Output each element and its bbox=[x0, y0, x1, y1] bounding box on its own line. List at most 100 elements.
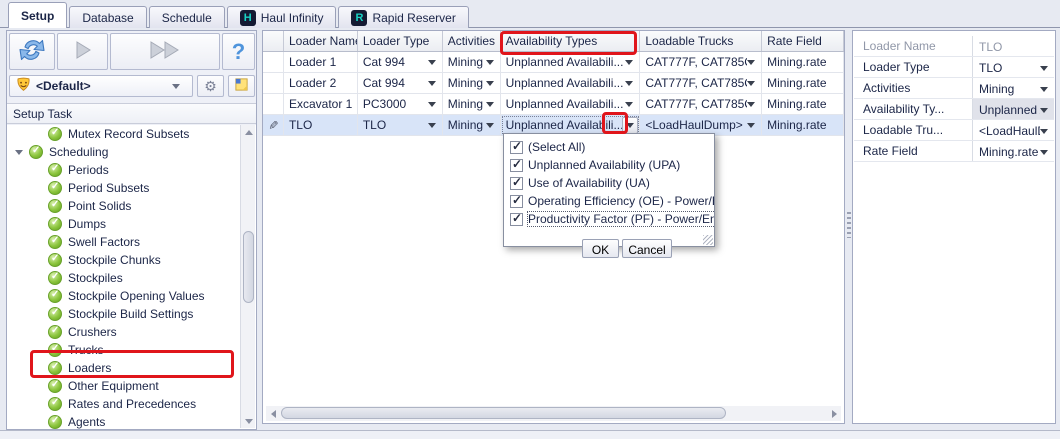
chevron-down-icon[interactable] bbox=[747, 101, 756, 107]
tree-item-stockpile-opening-values[interactable]: Stockpile Opening Values bbox=[7, 287, 256, 305]
cell-activities[interactable]: Mining bbox=[443, 73, 501, 93]
property-row-availability-ty[interactable]: Availability Ty... Unplanned A... bbox=[854, 99, 1054, 120]
scroll-down-arrow-icon[interactable] bbox=[241, 414, 256, 428]
tab-haul-infinity[interactable]: H Haul Infinity bbox=[226, 6, 337, 28]
grid-row-excavator-1[interactable]: Excavator 1 PC3000 Mining Unplanned Availab… bbox=[263, 94, 844, 115]
tree-item-other-equipment[interactable]: Other Equipment bbox=[7, 377, 256, 395]
chevron-down-icon[interactable] bbox=[1040, 129, 1048, 134]
cancel-button[interactable]: Cancel bbox=[622, 239, 672, 258]
settings-button[interactable]: ⚙ bbox=[197, 75, 224, 97]
property-value[interactable]: <LoadHaulD... bbox=[973, 120, 1054, 140]
chevron-down-icon[interactable] bbox=[485, 101, 494, 107]
property-row-loadable-tru[interactable]: Loadable Tru... <LoadHaulD... bbox=[854, 120, 1054, 141]
property-value[interactable]: TLO bbox=[973, 36, 1054, 56]
chevron-down-icon[interactable] bbox=[172, 83, 180, 89]
tab-rapid-reserver[interactable]: R Rapid Reserver bbox=[338, 6, 469, 28]
checkbox-checked-icon[interactable] bbox=[510, 139, 523, 154]
scrollbar-thumb[interactable] bbox=[281, 407, 726, 419]
chevron-down-icon[interactable] bbox=[427, 122, 436, 128]
column-header-loader-name[interactable]: Loader Name bbox=[284, 31, 358, 51]
checklist-item-productivity-factor-pf-power-eng[interactable]: Productivity Factor (PF) - Power/Eng bbox=[504, 210, 714, 228]
grid-row-loader-1[interactable]: Loader 1 Cat 994 Mining Unplanned Availabil… bbox=[263, 52, 844, 73]
panel-splitter[interactable] bbox=[847, 212, 851, 238]
tab-setup[interactable]: Setup bbox=[8, 2, 68, 28]
chevron-down-icon[interactable] bbox=[1040, 108, 1048, 113]
row-selector-cell[interactable] bbox=[263, 73, 284, 93]
chevron-down-icon[interactable] bbox=[625, 80, 634, 86]
tree-item-periods[interactable]: Periods bbox=[7, 161, 256, 179]
chevron-down-icon[interactable] bbox=[485, 80, 494, 86]
scroll-right-arrow-icon[interactable] bbox=[827, 406, 841, 421]
cell-loader-type[interactable]: PC3000 bbox=[358, 94, 443, 114]
checklist-item-select-all[interactable]: (Select All) bbox=[504, 138, 714, 156]
checklist-item-use-of-availability-ua[interactable]: Use of Availability (UA) bbox=[504, 174, 714, 192]
property-row-loader-name[interactable]: Loader Name TLO bbox=[854, 36, 1054, 57]
row-selector-cell[interactable] bbox=[263, 94, 284, 114]
grid-horizontal-scrollbar[interactable] bbox=[266, 406, 841, 421]
checkbox-checked-icon[interactable] bbox=[510, 157, 523, 172]
scrollbar-thumb[interactable] bbox=[243, 231, 254, 303]
profile-selector[interactable]: <Default> bbox=[9, 75, 193, 97]
property-value[interactable]: Mining.rate bbox=[973, 141, 1054, 161]
cell-rate-field[interactable]: Mining.rate bbox=[762, 52, 844, 72]
cell-loader-name[interactable]: Loader 2 bbox=[284, 73, 358, 93]
property-value[interactable]: Mining bbox=[973, 78, 1054, 98]
tree-item-crushers[interactable]: Crushers bbox=[7, 323, 256, 341]
chevron-down-icon[interactable] bbox=[1040, 66, 1048, 71]
cell-availability-types[interactable]: Unplanned Availabili... bbox=[501, 73, 641, 93]
tree-item-rates-and-precedences[interactable]: Rates and Precedences bbox=[7, 395, 256, 413]
chevron-down-icon[interactable] bbox=[747, 122, 756, 128]
column-header-loadable-trucks[interactable]: Loadable Trucks bbox=[640, 31, 763, 51]
chevron-down-icon[interactable] bbox=[625, 101, 634, 107]
chevron-down-icon[interactable] bbox=[427, 101, 436, 107]
property-row-loader-type[interactable]: Loader Type TLO bbox=[854, 57, 1054, 78]
chevron-down-icon[interactable] bbox=[427, 59, 436, 65]
chevron-down-icon[interactable] bbox=[1040, 87, 1048, 92]
cell-loader-name[interactable]: TLO bbox=[284, 115, 358, 135]
chevron-down-icon[interactable] bbox=[1040, 150, 1048, 155]
chevron-down-icon[interactable] bbox=[747, 80, 756, 86]
tree-item-scheduling[interactable]: Scheduling bbox=[7, 143, 256, 161]
grid-row-loader-2[interactable]: Loader 2 Cat 994 Mining Unplanned Availabil… bbox=[263, 73, 844, 94]
column-header-activities[interactable]: Activities bbox=[443, 31, 501, 51]
cell-availability-types[interactable]: Unplanned Availabili... bbox=[501, 52, 641, 72]
column-header-loader-type[interactable]: Loader Type bbox=[358, 31, 443, 51]
help-button[interactable]: ? bbox=[222, 33, 255, 70]
resize-grip[interactable] bbox=[703, 235, 713, 245]
cell-loadable-trucks[interactable]: <LoadHaulDump> bbox=[640, 115, 763, 135]
cell-activities[interactable]: Mining bbox=[443, 52, 501, 72]
tree-item-point-solids[interactable]: Point Solids bbox=[7, 197, 256, 215]
ok-button[interactable]: OK bbox=[582, 239, 619, 258]
run-all-button[interactable] bbox=[110, 33, 220, 70]
tree-item-stockpile-chunks[interactable]: Stockpile Chunks bbox=[7, 251, 256, 269]
tree-item-stockpiles[interactable]: Stockpiles bbox=[7, 269, 256, 287]
row-selector-cell[interactable]: ✎ bbox=[263, 115, 284, 135]
run-button[interactable] bbox=[57, 33, 108, 70]
expand-arrow-icon[interactable] bbox=[15, 149, 23, 155]
cell-availability-types[interactable]: Unplanned Availabili... bbox=[501, 94, 641, 114]
property-row-rate-field[interactable]: Rate Field Mining.rate bbox=[854, 141, 1054, 162]
property-value[interactable]: TLO bbox=[973, 57, 1054, 77]
scroll-left-arrow-icon[interactable] bbox=[266, 406, 280, 421]
cell-loadable-trucks[interactable]: CAT777F, CAT785C bbox=[640, 94, 763, 114]
tree-item-stockpile-build-settings[interactable]: Stockpile Build Settings bbox=[7, 305, 256, 323]
tree-item-agents[interactable]: Agents bbox=[7, 413, 256, 429]
checklist-item-operating-efficiency-oe-power-en[interactable]: Operating Efficiency (OE) - Power/En bbox=[504, 192, 714, 210]
cell-loader-name[interactable]: Loader 1 bbox=[284, 52, 358, 72]
chevron-down-icon[interactable] bbox=[485, 122, 494, 128]
chevron-down-icon[interactable] bbox=[427, 80, 436, 86]
cell-loader-name[interactable]: Excavator 1 bbox=[284, 94, 358, 114]
cell-activities[interactable]: Mining bbox=[443, 94, 501, 114]
property-row-activities[interactable]: Activities Mining bbox=[854, 78, 1054, 99]
tab-schedule[interactable]: Schedule bbox=[148, 6, 225, 28]
notes-button[interactable] bbox=[228, 75, 255, 97]
checkbox-checked-icon[interactable] bbox=[510, 193, 523, 208]
chevron-down-icon[interactable] bbox=[747, 59, 756, 65]
scroll-up-arrow-icon[interactable] bbox=[241, 125, 256, 139]
checkbox-checked-icon[interactable] bbox=[510, 175, 523, 190]
cell-loader-type[interactable]: TLO bbox=[358, 115, 443, 135]
row-selector-cell[interactable] bbox=[263, 52, 284, 72]
tree-item-swell-factors[interactable]: Swell Factors bbox=[7, 233, 256, 251]
cell-rate-field[interactable]: Mining.rate bbox=[762, 115, 844, 135]
cell-loader-type[interactable]: Cat 994 bbox=[358, 73, 443, 93]
